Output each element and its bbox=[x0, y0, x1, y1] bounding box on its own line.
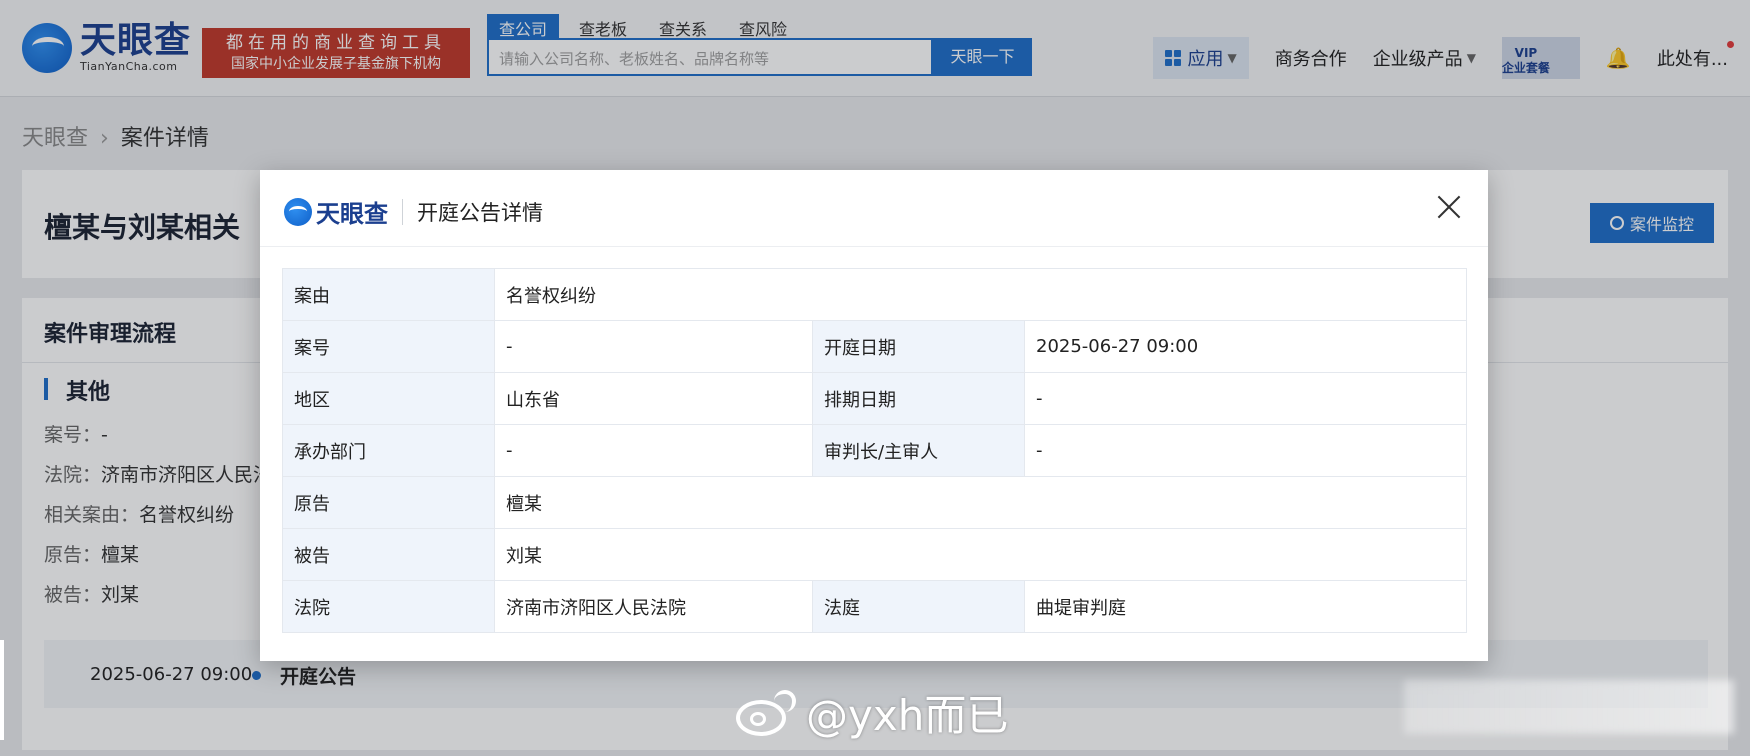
edge-artifact bbox=[0, 640, 4, 740]
value-defendant[interactable]: 刘某 bbox=[493, 528, 1468, 581]
modal-logo: 天眼查 开庭公告详情 bbox=[284, 194, 543, 229]
label-case-no: 案号 bbox=[282, 320, 495, 373]
label-region: 地区 bbox=[282, 372, 495, 425]
table-row: 被告 刘某 bbox=[282, 528, 1468, 581]
weibo-icon bbox=[736, 688, 798, 738]
label-cause: 案由 bbox=[282, 268, 495, 321]
label-dept: 承办部门 bbox=[282, 424, 495, 477]
table-row: 承办部门 - 审判长/主审人 - bbox=[282, 424, 1468, 477]
modal-logo-name: 天眼查 bbox=[316, 200, 388, 228]
label-hearing-date: 开庭日期 bbox=[812, 320, 1025, 373]
value-judge: - bbox=[1023, 424, 1468, 477]
weibo-watermark: @yxh而已 bbox=[736, 682, 1008, 743]
table-row: 法院 济南市济阳区人民法院 法庭 曲堤审判庭 bbox=[282, 580, 1468, 633]
value-schedule-date: - bbox=[1023, 372, 1468, 425]
page-root: 天眼查 TianYanCha.com 都在用的商业查询工具 国家中小企业发展子基… bbox=[0, 0, 1750, 756]
label-court: 法院 bbox=[282, 580, 495, 633]
value-dept: - bbox=[494, 424, 813, 477]
value-cause: 名誉权纠纷 bbox=[493, 268, 1468, 321]
table-row: 案号 - 开庭日期 2025-06-27 09:00 bbox=[282, 320, 1468, 373]
label-defendant: 被告 bbox=[282, 528, 495, 581]
value-region: 山东省 bbox=[494, 372, 813, 425]
close-icon[interactable] bbox=[1436, 194, 1462, 220]
modal-title: 开庭公告详情 bbox=[417, 200, 543, 225]
table-row: 案由 名誉权纠纷 bbox=[282, 268, 1468, 321]
value-case-no: - bbox=[494, 320, 813, 373]
hearing-detail-table: 案由 名誉权纠纷 案号 - 开庭日期 2025-06-27 09:00 地区 山… bbox=[282, 268, 1468, 633]
label-judge: 审判长/主审人 bbox=[812, 424, 1025, 477]
value-courtroom: 曲堤审判庭 bbox=[1023, 580, 1468, 633]
table-row: 地区 山东省 排期日期 - bbox=[282, 372, 1468, 425]
value-plaintiff[interactable]: 檀某 bbox=[493, 476, 1468, 529]
watermark-text: @yxh而已 bbox=[806, 691, 1009, 740]
table-row: 原告 檀某 bbox=[282, 476, 1468, 529]
label-plaintiff: 原告 bbox=[282, 476, 495, 529]
blurred-watermark bbox=[1404, 680, 1734, 734]
hearing-detail-modal: 天眼查 开庭公告详情 案由 名誉权纠纷 案号 - 开庭日期 2025-06-27… bbox=[260, 170, 1488, 661]
value-hearing-date: 2025-06-27 09:00 bbox=[1023, 320, 1468, 373]
tianyancha-logo-icon bbox=[284, 197, 312, 226]
modal-header: 天眼查 开庭公告详情 bbox=[260, 170, 1488, 247]
label-schedule-date: 排期日期 bbox=[812, 372, 1025, 425]
value-court: 济南市济阳区人民法院 bbox=[494, 580, 813, 633]
header-divider bbox=[402, 198, 403, 225]
label-courtroom: 法庭 bbox=[812, 580, 1025, 633]
